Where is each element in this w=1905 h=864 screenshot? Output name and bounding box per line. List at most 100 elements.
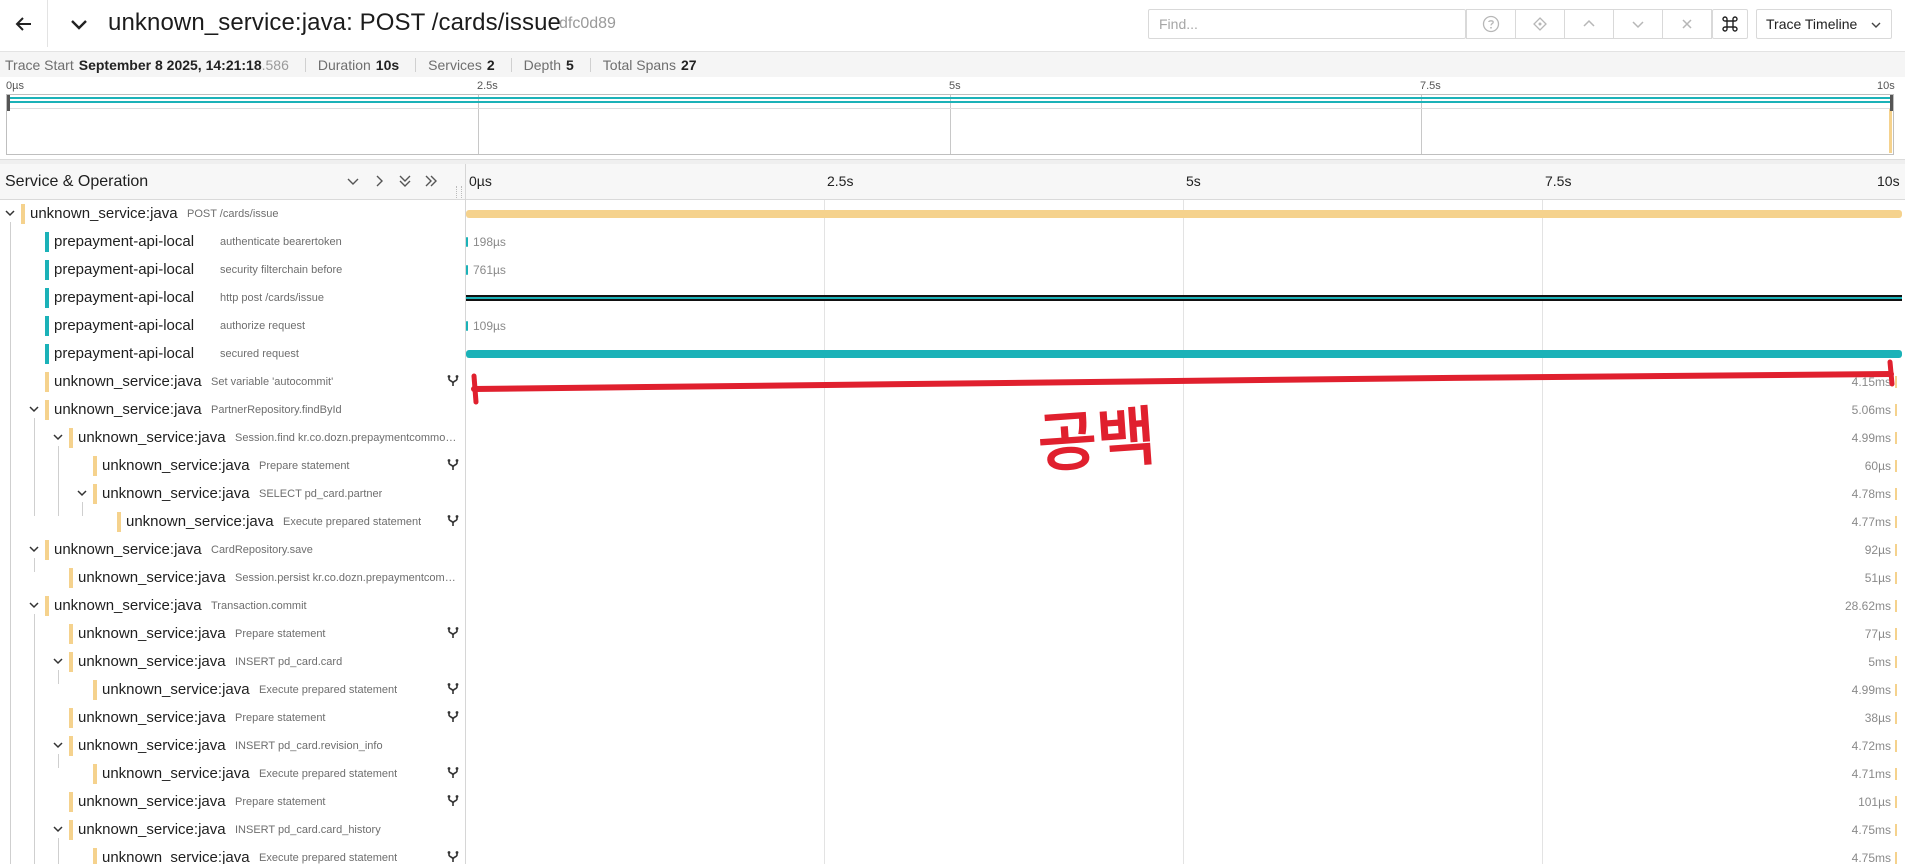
span-row[interactable]: prepayment-api-local secured request	[0, 340, 1905, 368]
span-row[interactable]: unknown_service:java Prepare statement 101…	[0, 788, 1905, 816]
span-bar[interactable]	[466, 210, 1902, 218]
column-resize-handle[interactable]	[456, 186, 462, 198]
span-service-cell[interactable]: prepayment-api-local authenticate bearert…	[0, 228, 465, 256]
span-row[interactable]: unknown_service:java Prepare statement 77µ…	[0, 620, 1905, 648]
span-service-cell[interactable]: unknown_service:java Session.persist kr.c…	[0, 564, 465, 592]
find-input[interactable]	[1149, 10, 1467, 38]
expand-all-button[interactable]	[422, 172, 440, 190]
span-bar[interactable]	[1895, 768, 1897, 780]
span-service-cell[interactable]: unknown_service:java Prepare statement	[0, 452, 465, 480]
keyboard-shortcuts-button[interactable]	[1712, 9, 1748, 39]
span-bar[interactable]	[1895, 712, 1897, 724]
collapse-one-button[interactable]	[344, 172, 362, 190]
span-row[interactable]: prepayment-api-local authorize request 109…	[0, 312, 1905, 340]
span-row[interactable]: unknown_service:java CardRepository.save 9…	[0, 536, 1905, 564]
span-service-cell[interactable]: unknown_service:java Session.find kr.co.d…	[0, 424, 465, 452]
span-toggle-button[interactable]	[28, 543, 40, 555]
span-bar[interactable]	[1895, 516, 1897, 528]
span-service-cell[interactable]: unknown_service:java Prepare statement	[0, 788, 465, 816]
span-toggle-button[interactable]	[52, 655, 64, 667]
span-row[interactable]: unknown_service:java Session.persist kr.c…	[0, 564, 1905, 592]
span-bar[interactable]	[1895, 740, 1897, 752]
span-bar[interactable]	[1895, 404, 1897, 416]
span-service-cell[interactable]: unknown_service:java INSERT pd_card.card_…	[0, 816, 465, 844]
span-bar[interactable]	[1895, 460, 1897, 472]
span-bar[interactable]	[1895, 628, 1897, 640]
span-bar[interactable]	[466, 265, 469, 275]
span-row[interactable]: unknown_service:java Prepare statement 38µ…	[0, 704, 1905, 732]
span-row[interactable]: unknown_service:java POST /cards/issue	[0, 200, 1905, 228]
span-toggle-button[interactable]	[52, 431, 64, 443]
clear-search-button[interactable]	[1662, 10, 1711, 38]
span-service-cell[interactable]: prepayment-api-local secured request	[0, 340, 465, 368]
span-bar[interactable]	[1895, 824, 1897, 836]
view-mode-select[interactable]: Trace Timeline	[1756, 9, 1892, 39]
minimap-right-handle[interactable]	[1890, 95, 1893, 111]
span-row[interactable]: unknown_service:java Transaction.commit 28…	[0, 592, 1905, 620]
collapse-header-button[interactable]	[66, 12, 92, 38]
span-row[interactable]: unknown_service:java Execute prepared sta…	[0, 760, 1905, 788]
span-toggle-button[interactable]	[28, 403, 40, 415]
span-row[interactable]: unknown_service:java INSERT pd_card.card_…	[0, 816, 1905, 844]
span-bar[interactable]	[1895, 684, 1897, 696]
span-service-cell[interactable]: unknown_service:java Prepare statement	[0, 620, 465, 648]
span-row[interactable]: prepayment-api-local http post /cards/iss…	[0, 284, 1905, 312]
span-toggle-button[interactable]	[52, 739, 64, 751]
locate-button[interactable]	[1515, 10, 1564, 38]
span-bar[interactable]	[466, 350, 1902, 358]
span-service-cell[interactable]: unknown_service:java Execute prepared sta…	[0, 676, 465, 704]
span-row[interactable]: unknown_service:java Session.find kr.co.d…	[0, 424, 1905, 452]
span-bar[interactable]	[466, 295, 1902, 301]
span-row[interactable]: unknown_service:java Execute prepared sta…	[0, 508, 1905, 536]
prev-result-button[interactable]	[1564, 10, 1613, 38]
help-button[interactable]	[1466, 10, 1515, 38]
trace-minimap[interactable]: 0µs 2.5s 5s 7.5s 10s	[0, 77, 1905, 160]
span-row[interactable]: unknown_service:java INSERT pd_card.revis…	[0, 732, 1905, 760]
span-toggle-button[interactable]	[28, 599, 40, 611]
span-toggle-button[interactable]	[4, 207, 16, 219]
span-service-cell[interactable]: prepayment-api-local security filterchain…	[0, 256, 465, 284]
span-service-cell[interactable]: prepayment-api-local authorize request	[0, 312, 465, 340]
span-service-cell[interactable]: unknown_service:java Transaction.commit	[0, 592, 465, 620]
span-bar[interactable]	[1895, 376, 1897, 388]
span-service-cell[interactable]: unknown_service:java Execute prepared sta…	[0, 760, 465, 788]
span-bar[interactable]	[466, 321, 469, 331]
span-service-cell[interactable]: unknown_service:java PartnerRepository.fi…	[0, 396, 465, 424]
span-row[interactable]: prepayment-api-local authenticate bearert…	[0, 228, 1905, 256]
span-service-cell[interactable]: unknown_service:java Execute prepared sta…	[0, 844, 465, 864]
span-row[interactable]: unknown_service:java PartnerRepository.fi…	[0, 396, 1905, 424]
expand-one-button[interactable]	[370, 172, 388, 190]
minimap-left-handle[interactable]	[7, 95, 10, 111]
span-service-cell[interactable]: unknown_service:java INSERT pd_card.card	[0, 648, 465, 676]
span-bar[interactable]	[1895, 572, 1897, 584]
span-service-cell[interactable]: unknown_service:java POST /cards/issue	[0, 200, 465, 228]
span-row[interactable]: unknown_service:java SELECT pd_card.partn…	[0, 480, 1905, 508]
next-result-button[interactable]	[1613, 10, 1662, 38]
span-bar[interactable]	[1895, 544, 1897, 556]
span-bar[interactable]	[1895, 656, 1897, 668]
span-bar[interactable]	[1895, 488, 1897, 500]
span-service-cell[interactable]: unknown_service:java Set variable 'autoco…	[0, 368, 465, 396]
span-service-cell[interactable]: prepayment-api-local http post /cards/iss…	[0, 284, 465, 312]
span-row[interactable]: unknown_service:java Set variable 'autoco…	[0, 368, 1905, 396]
span-row[interactable]: prepayment-api-local security filterchain…	[0, 256, 1905, 284]
span-toggle-button[interactable]	[76, 487, 88, 499]
span-bar[interactable]	[466, 237, 469, 247]
span-bar[interactable]	[1895, 852, 1897, 864]
back-button[interactable]	[0, 0, 48, 47]
span-service-cell[interactable]: unknown_service:java Execute prepared sta…	[0, 508, 465, 536]
span-bar[interactable]	[1895, 432, 1897, 444]
span-bar[interactable]	[1895, 600, 1897, 612]
span-service-cell[interactable]: unknown_service:java CardRepository.save	[0, 536, 465, 564]
span-service-cell[interactable]: unknown_service:java INSERT pd_card.revis…	[0, 732, 465, 760]
span-row[interactable]: unknown_service:java Execute prepared sta…	[0, 844, 1905, 864]
span-row[interactable]: unknown_service:java Prepare statement 60µ…	[0, 452, 1905, 480]
span-row[interactable]: unknown_service:java INSERT pd_card.card 5…	[0, 648, 1905, 676]
minimap-canvas[interactable]	[6, 94, 1894, 155]
span-row[interactable]: unknown_service:java Execute prepared sta…	[0, 676, 1905, 704]
collapse-all-button[interactable]	[396, 172, 414, 190]
span-bar[interactable]	[1895, 796, 1897, 808]
span-service-cell[interactable]: unknown_service:java SELECT pd_card.partn…	[0, 480, 465, 508]
span-toggle-button[interactable]	[52, 823, 64, 835]
span-service-cell[interactable]: unknown_service:java Prepare statement	[0, 704, 465, 732]
